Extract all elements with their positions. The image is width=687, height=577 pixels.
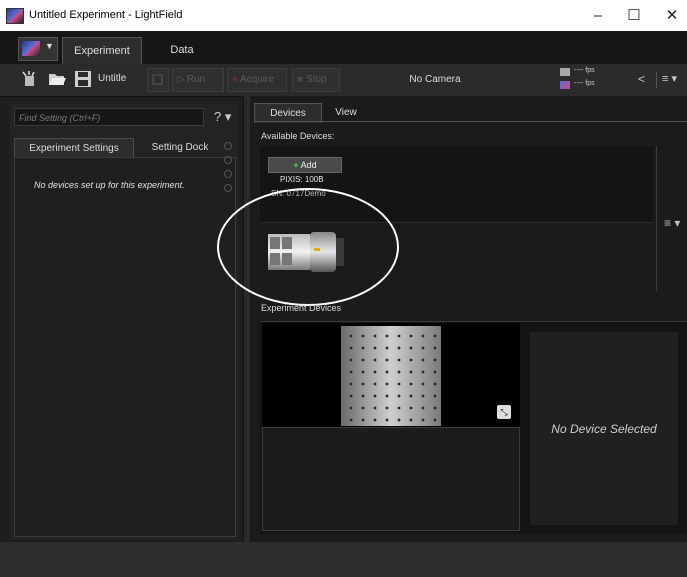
lightfield-logo-icon — [22, 41, 40, 56]
close-button[interactable]: ✕ — [652, 4, 687, 28]
new-experiment-icon[interactable] — [20, 70, 38, 88]
experiment-devices-label: Experiment Devices — [261, 303, 342, 313]
tab-view[interactable]: View — [328, 103, 364, 122]
add-label: Add — [300, 160, 317, 170]
tab-experiment[interactable]: Experiment — [62, 37, 142, 65]
available-devices-label: Available Devices: — [261, 131, 335, 141]
stop-label: Stop — [306, 74, 327, 85]
settings-content — [14, 157, 236, 537]
devices-menu-button[interactable]: ≡ ▾ — [664, 216, 680, 230]
tab-data[interactable]: Data — [152, 37, 212, 64]
expand-icon[interactable]: ⤡ — [497, 405, 511, 419]
window-title: Untitled Experiment - LightField — [29, 9, 183, 21]
acquire-label: Acquire — [240, 74, 274, 85]
scroll-indicator[interactable] — [224, 156, 232, 164]
minimize-button[interactable]: – — [578, 4, 618, 28]
find-setting-input[interactable]: Find Setting (Ctrl+F) — [14, 108, 204, 126]
stop-icon: ■ — [297, 74, 304, 85]
camera-fps: ---- fps — [574, 67, 595, 74]
no-devices-message: No devices set up for this experiment. — [34, 180, 185, 190]
help-button[interactable]: ? ▾ — [214, 109, 231, 125]
experiment-name-field[interactable]: Untitle — [98, 68, 136, 90]
device-name: PIXIS: 100B — [280, 175, 324, 184]
tab-underline — [254, 121, 687, 122]
run-label: Run — [186, 74, 206, 85]
add-device-button[interactable]: + Add — [268, 157, 342, 173]
highlight-ellipse — [217, 188, 399, 306]
device-tile-placeholder — [262, 427, 520, 531]
camera-status: No Camera — [409, 74, 461, 85]
scroll-indicator[interactable] — [224, 170, 232, 178]
tab-devices[interactable]: Devices — [254, 103, 322, 123]
display-fps: ---- fps — [574, 80, 595, 87]
scroll-indicator[interactable] — [224, 142, 232, 150]
acquire-button[interactable]: ● Acquire — [227, 68, 287, 92]
tab-setting-dock[interactable]: Setting Dock — [140, 138, 220, 157]
display-fps-icon — [560, 81, 570, 89]
plus-icon: + — [293, 160, 299, 170]
collapse-button[interactable]: < — [638, 72, 645, 86]
application-menu-button[interactable]: ▼ — [18, 37, 58, 61]
record-icon: ● — [232, 74, 239, 85]
save-icon[interactable] — [74, 70, 92, 88]
scroll-indicator[interactable] — [224, 184, 232, 192]
run-button[interactable]: ▷ Run — [172, 68, 224, 92]
status-bar — [0, 542, 687, 577]
stop-button[interactable]: ■ Stop — [292, 68, 340, 92]
maximize-button[interactable]: ☐ — [614, 4, 654, 28]
toolbar-divider — [656, 72, 657, 88]
camera-fps-icon — [560, 68, 570, 76]
lightfield-logo-icon — [6, 8, 24, 24]
preview-button[interactable] — [147, 68, 169, 92]
sensor-grid — [341, 326, 441, 426]
open-folder-icon[interactable] — [48, 70, 66, 88]
play-icon: ▷ — [177, 74, 185, 85]
chevron-down-icon: ▼ — [45, 41, 54, 51]
preview-icon — [152, 74, 163, 85]
toolbar-menu-button[interactable]: ≡ ▾ — [662, 72, 677, 85]
panel-divider — [656, 146, 657, 291]
no-device-selected-message: No Device Selected — [551, 422, 657, 436]
tab-experiment-settings[interactable]: Experiment Settings — [14, 138, 134, 158]
title-bar: Untitled Experiment - LightField – ☐ ✕ — [0, 0, 687, 31]
